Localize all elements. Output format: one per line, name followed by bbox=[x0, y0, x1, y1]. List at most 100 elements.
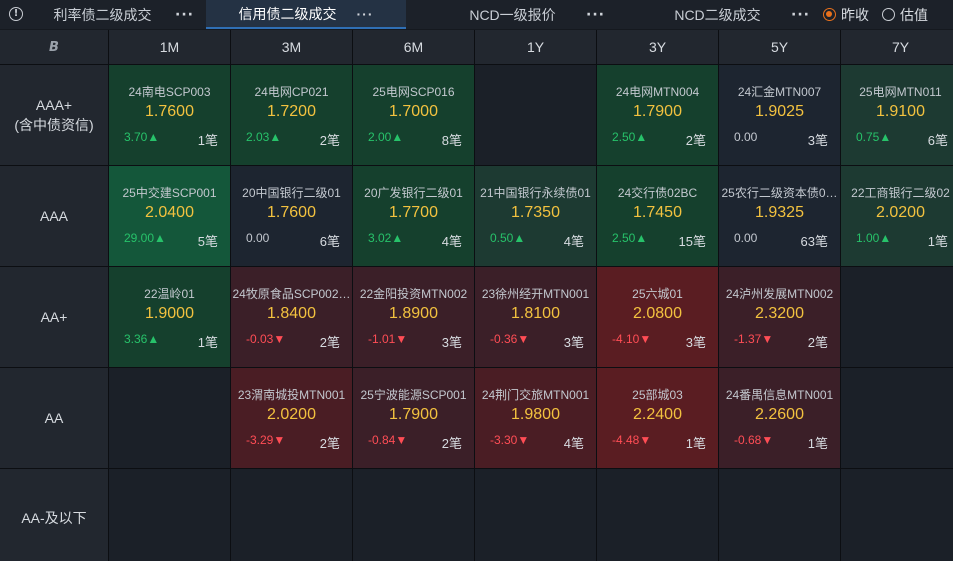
trade-count: 63笔 bbox=[800, 234, 828, 249]
bond-name: 22温岭01 bbox=[144, 287, 195, 301]
trade-count: 4笔 bbox=[563, 436, 584, 451]
tab-rate-bond-trades[interactable]: 利率债二级成交 bbox=[30, 0, 175, 29]
empty-cell bbox=[475, 469, 596, 561]
bond-yield: 2.0400 bbox=[145, 204, 194, 221]
column-header-6m: 6M bbox=[353, 30, 474, 64]
radio-checked-icon bbox=[823, 8, 836, 21]
bond-cell[interactable]: 24南电SCP003 1.7600 3.70▲ 1笔 bbox=[109, 65, 230, 165]
bond-cell[interactable]: 24汇金MTN007 1.9025 0.00 3笔 bbox=[719, 65, 840, 165]
bond-cell[interactable]: 24电网MTN004 1.7900 2.50▲ 2笔 bbox=[597, 65, 718, 165]
bond-cell[interactable]: 24牧原食品SCP002… 1.8400 -0.03▼ 2笔 bbox=[231, 267, 352, 367]
bond-name: 25六城01 bbox=[632, 287, 683, 301]
row-label-text: AAA+ (含中债资信) bbox=[14, 95, 93, 135]
row-label-line1: AA-及以下 bbox=[21, 509, 87, 526]
bond-cell[interactable]: 20广发银行二级01 1.7700 3.02▲ 4笔 bbox=[353, 166, 474, 266]
bond-change: -0.84▼ bbox=[368, 433, 408, 447]
bond-change: 2.00▲ bbox=[368, 130, 404, 144]
bond-yield: 1.9325 bbox=[755, 204, 804, 221]
bond-yield: 2.2400 bbox=[633, 406, 682, 423]
bond-yield: 1.7900 bbox=[389, 406, 438, 423]
row-label: AAA+ (含中债资信) bbox=[0, 65, 108, 165]
bond-cell[interactable]: 25宁波能源SCP001 1.7900 -0.84▼ 2笔 bbox=[353, 368, 474, 468]
bond-change: -0.36▼ bbox=[490, 332, 530, 346]
trade-count: 3笔 bbox=[563, 335, 584, 350]
trade-count: 6笔 bbox=[927, 133, 948, 148]
more-icon[interactable]: ··· bbox=[357, 0, 374, 28]
row-label-line1: AAA+ bbox=[35, 97, 73, 113]
column-header-5y: 5Y bbox=[719, 30, 840, 64]
bond-cell[interactable]: 24交行债02BC 1.7450 2.50▲ 15笔 bbox=[597, 166, 718, 266]
bond-cell[interactable]: 25六城01 2.0800 -4.10▼ 3笔 bbox=[597, 267, 718, 367]
bond-change: -3.29▼ bbox=[246, 433, 286, 447]
bond-name: 22金阳投资MTN002 bbox=[359, 287, 468, 301]
row-label-text: AAA bbox=[40, 206, 68, 226]
bond-name: 24汇金MTN007 bbox=[737, 85, 822, 99]
empty-cell bbox=[841, 267, 953, 367]
bond-change: -0.03▼ bbox=[246, 332, 286, 346]
more-icon[interactable]: ··· bbox=[791, 0, 810, 29]
bond-name: 24番禺信息MTN001 bbox=[725, 388, 834, 402]
bond-cell[interactable]: 25农行二级资本债0… 1.9325 0.00 63笔 bbox=[719, 166, 840, 266]
trade-count: 1笔 bbox=[807, 436, 828, 451]
bond-cell[interactable]: 20中国银行二级01 1.7600 0.00 6笔 bbox=[231, 166, 352, 266]
tab-ncd-secondary-trades[interactable]: NCD二级成交 bbox=[630, 0, 805, 29]
bond-cell[interactable]: 22金阳投资MTN002 1.8900 -1.01▼ 3笔 bbox=[353, 267, 474, 367]
bond-name: 20广发银行二级01 bbox=[364, 186, 463, 200]
bond-name: 22工商银行二级02 bbox=[851, 186, 950, 200]
trade-count: 3笔 bbox=[807, 133, 828, 148]
column-header-3y: 3Y bbox=[597, 30, 718, 64]
bond-name: 25中交建SCP001 bbox=[122, 186, 217, 200]
row-label-line1: AAA bbox=[39, 208, 68, 224]
bond-cell[interactable]: 22温岭01 1.9000 3.36▲ 1笔 bbox=[109, 267, 230, 367]
tab-ncd-primary-quotes[interactable]: NCD一级报价 bbox=[420, 0, 605, 29]
bond-yield: 1.7200 bbox=[267, 103, 316, 120]
bond-name: 21中国银行永续债01 bbox=[480, 186, 591, 200]
bond-name: 20中国银行二级01 bbox=[242, 186, 341, 200]
bond-cell[interactable]: 25电网SCP016 1.7000 2.00▲ 8笔 bbox=[353, 65, 474, 165]
radio-prev-close[interactable]: 昨收 bbox=[823, 0, 869, 29]
tab-credit-bond-trades[interactable]: 信用债二级成交 ··· bbox=[206, 0, 406, 29]
trade-count: 5笔 bbox=[197, 234, 218, 249]
bond-cell[interactable]: 24番禺信息MTN001 2.2600 -0.68▼ 1笔 bbox=[719, 368, 840, 468]
bond-change: 0.00 bbox=[734, 231, 758, 245]
bond-name: 24交行债02BC bbox=[617, 186, 698, 200]
bond-change: 3.70▲ bbox=[124, 130, 160, 144]
trade-count: 8笔 bbox=[441, 133, 462, 148]
bond-yield: 2.0800 bbox=[633, 305, 682, 322]
empty-cell bbox=[231, 469, 352, 561]
more-icon[interactable]: ··· bbox=[175, 0, 194, 29]
bond-change: 2.50▲ bbox=[612, 130, 648, 144]
radio-label: 估值 bbox=[900, 6, 928, 23]
bond-cell[interactable]: 23渭南城投MTN001 2.0200 -3.29▼ 2笔 bbox=[231, 368, 352, 468]
bond-cell[interactable]: 23徐州经开MTN001 1.8100 -0.36▼ 3笔 bbox=[475, 267, 596, 367]
bond-cell[interactable]: 25中交建SCP001 2.0400 29.00▲ 5笔 bbox=[109, 166, 230, 266]
bond-yield: 1.7600 bbox=[145, 103, 194, 120]
trade-count: 1笔 bbox=[197, 133, 218, 148]
bond-change: -1.01▼ bbox=[368, 332, 408, 346]
bond-yield: 2.3200 bbox=[755, 305, 804, 322]
radio-valuation[interactable]: 估值 bbox=[882, 0, 928, 29]
trade-count: 2笔 bbox=[319, 335, 340, 350]
bond-yield: 2.0200 bbox=[267, 406, 316, 423]
bond-change: -4.10▼ bbox=[612, 332, 652, 346]
bond-cell[interactable]: 22工商银行二级02 2.0200 1.00▲ 1笔 bbox=[841, 166, 953, 266]
bond-cell[interactable]: 24电网CP021 1.7200 2.03▲ 2笔 bbox=[231, 65, 352, 165]
bond-cell[interactable]: 24荆门交旅MTN001 1.9800 -3.30▼ 4笔 bbox=[475, 368, 596, 468]
bond-cell[interactable]: 25电网MTN011 1.9100 0.75▲ 6笔 bbox=[841, 65, 953, 165]
bond-name: 23徐州经开MTN001 bbox=[481, 287, 590, 301]
bond-cell[interactable]: 24泸州发展MTN002 2.3200 -1.37▼ 2笔 bbox=[719, 267, 840, 367]
bond-change: 0.00 bbox=[246, 231, 270, 245]
bond-change: 1.00▲ bbox=[856, 231, 892, 245]
bond-yield: 2.2600 bbox=[755, 406, 804, 423]
bond-cell[interactable]: 25部城03 2.2400 -4.48▼ 1笔 bbox=[597, 368, 718, 468]
radio-unchecked-icon bbox=[882, 8, 895, 21]
trade-count: 2笔 bbox=[441, 436, 462, 451]
trade-count: 1笔 bbox=[927, 234, 948, 249]
info-icon[interactable]: ! bbox=[9, 7, 23, 21]
row-label-text: AA-及以下 bbox=[21, 508, 86, 528]
bond-change: 0.75▲ bbox=[856, 130, 892, 144]
bond-cell[interactable]: 21中国银行永续债01 1.7350 0.50▲ 4笔 bbox=[475, 166, 596, 266]
trade-count: 2笔 bbox=[807, 335, 828, 350]
more-icon[interactable]: ··· bbox=[586, 0, 605, 29]
bond-name: 25农行二级资本债0… bbox=[721, 186, 838, 200]
